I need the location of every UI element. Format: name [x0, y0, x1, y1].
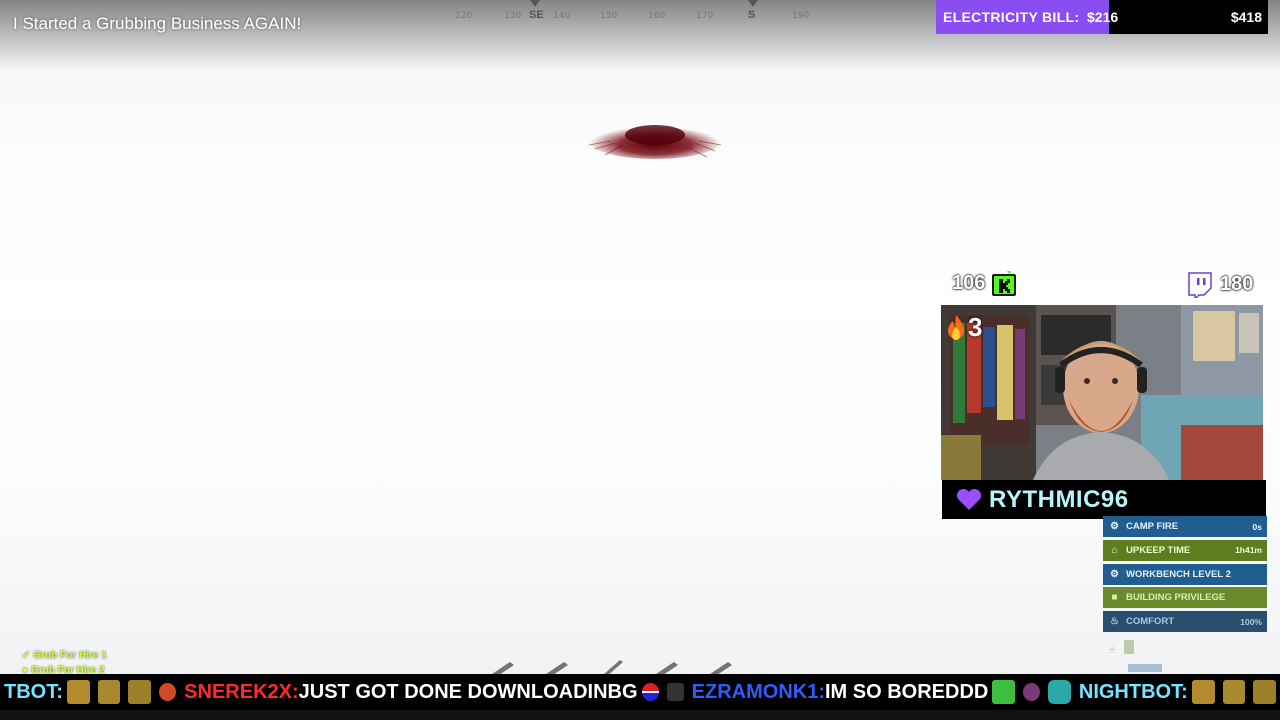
emote-icon	[1191, 680, 1215, 704]
status-value: 100%	[1240, 616, 1262, 627]
gear-icon: ⚙	[1110, 568, 1119, 580]
electricity-bill-current: $216	[1087, 9, 1119, 25]
twitch-count: 180	[1220, 272, 1254, 295]
flame-icon: ♨	[1110, 616, 1119, 628]
sword-emote-icon	[992, 680, 1016, 704]
kick-icon	[992, 271, 1017, 296]
team-member: ✓ Grub For Hire 1	[22, 648, 107, 663]
ticker-message: IM SO BOREDDD	[825, 680, 989, 703]
badge-emote-icon	[666, 683, 684, 701]
player-controls-bar[interactable]	[0, 710, 1280, 720]
status-upkeep-time: ⌂ UPKEEP TIME 1h41m	[1103, 539, 1267, 561]
streamer-name: RYTHMIC96	[989, 485, 1129, 513]
svg-text:+: +	[1108, 641, 1116, 657]
badge-emote-icon	[641, 683, 659, 701]
status-comfort: ♨ COMFORT 100%	[1103, 611, 1267, 633]
compass-tick: 140	[553, 11, 571, 21]
compass-tick: 160	[648, 11, 666, 21]
status-value: 0s	[1252, 521, 1262, 532]
status-label: UPKEEP TIME	[1126, 544, 1191, 556]
check-icon: ✓	[22, 650, 31, 661]
kick-follower-counter: 106	[952, 270, 1019, 296]
status-label: COMFORT	[1126, 616, 1175, 628]
house-icon: ⌂	[1111, 544, 1118, 556]
ticker-message: JUST GOT DONE DOWNLOADINBG	[298, 680, 638, 703]
blood-splat	[588, 123, 722, 159]
compass-marker	[530, 0, 540, 7]
compass-tick: 150	[600, 11, 618, 21]
compass-direction: S	[748, 9, 756, 21]
twitch-icon	[1188, 272, 1212, 298]
hat-emote-icon	[1023, 683, 1041, 701]
hat-emote-icon	[159, 683, 177, 701]
status-workbench: ⚙ WORKBENCH LEVEL 2	[1103, 563, 1267, 585]
kick-count: 106	[952, 271, 986, 294]
ticker-user: EZRAMONK1:	[691, 680, 825, 703]
ticker-user: TBOT:	[4, 680, 63, 703]
webcam-feed	[941, 305, 1263, 480]
electricity-bill-total: $418	[1230, 9, 1262, 25]
cube-icon: ■	[1111, 592, 1118, 604]
streamer-name-bar: RYTHMIC96	[942, 480, 1266, 519]
compass-direction: SE	[529, 9, 544, 21]
compass-tick: 190	[792, 11, 810, 21]
status-label: CAMP FIRE	[1126, 521, 1179, 532]
compass-marker	[748, 0, 758, 7]
heart-icon	[956, 488, 982, 510]
emote-icon	[1222, 680, 1246, 704]
ticker-user: SNEREK2X:	[184, 680, 299, 703]
emote-icon	[1253, 680, 1276, 704]
team-member-name: Grub For Hire 1	[33, 650, 107, 661]
emote-icon	[128, 680, 152, 704]
compass-bar: 120 130 SE 140 150 160 170 S 190	[440, 0, 860, 28]
status-panel: ⚙ CAMP FIRE 0s ⌂ UPKEEP TIME 1h41m ⚙ WOR…	[1103, 516, 1267, 635]
chat-ticker: TBOT: SNEREK2X: JUST GOT DONE DOWNLOADIN…	[0, 674, 1280, 710]
status-building-privilege: ■ BUILDING PRIVILEGE	[1103, 587, 1267, 609]
status-camp-fire: ⚙ CAMP FIRE 0s	[1103, 516, 1267, 537]
compass-tick: 120	[455, 11, 473, 21]
electricity-bill-widget: ELECTRICITY BILL: $216 $418	[936, 0, 1268, 34]
compass-tick: 130	[504, 11, 522, 21]
video-title[interactable]: I Started a Grubbing Business AGAIN!	[13, 14, 301, 34]
ticker-user: NIGHTBOT:	[1078, 680, 1188, 703]
status-label: BUILDING PRIVILEGE	[1126, 592, 1226, 604]
compass-tick: 170	[696, 11, 714, 21]
emote-icon	[66, 680, 90, 704]
webcam-image	[941, 305, 1263, 480]
streak-counter: 3	[944, 312, 982, 343]
twitch-follower-counter: 180	[1184, 270, 1253, 298]
bot-icon	[1048, 680, 1071, 704]
faded-status-icon: +	[1108, 640, 1162, 672]
emote-icon	[97, 680, 121, 704]
faded-status-icons: +	[1108, 640, 1168, 677]
electricity-bill-label: ELECTRICITY BILL:	[943, 9, 1080, 25]
status-label: WORKBENCH LEVEL 2	[1126, 568, 1231, 580]
status-value: 1h41m	[1235, 545, 1262, 556]
gear-icon: ⚙	[1110, 521, 1119, 532]
hotbar	[492, 660, 732, 676]
streak-count: 3	[968, 312, 983, 342]
flame-icon	[948, 314, 964, 340]
